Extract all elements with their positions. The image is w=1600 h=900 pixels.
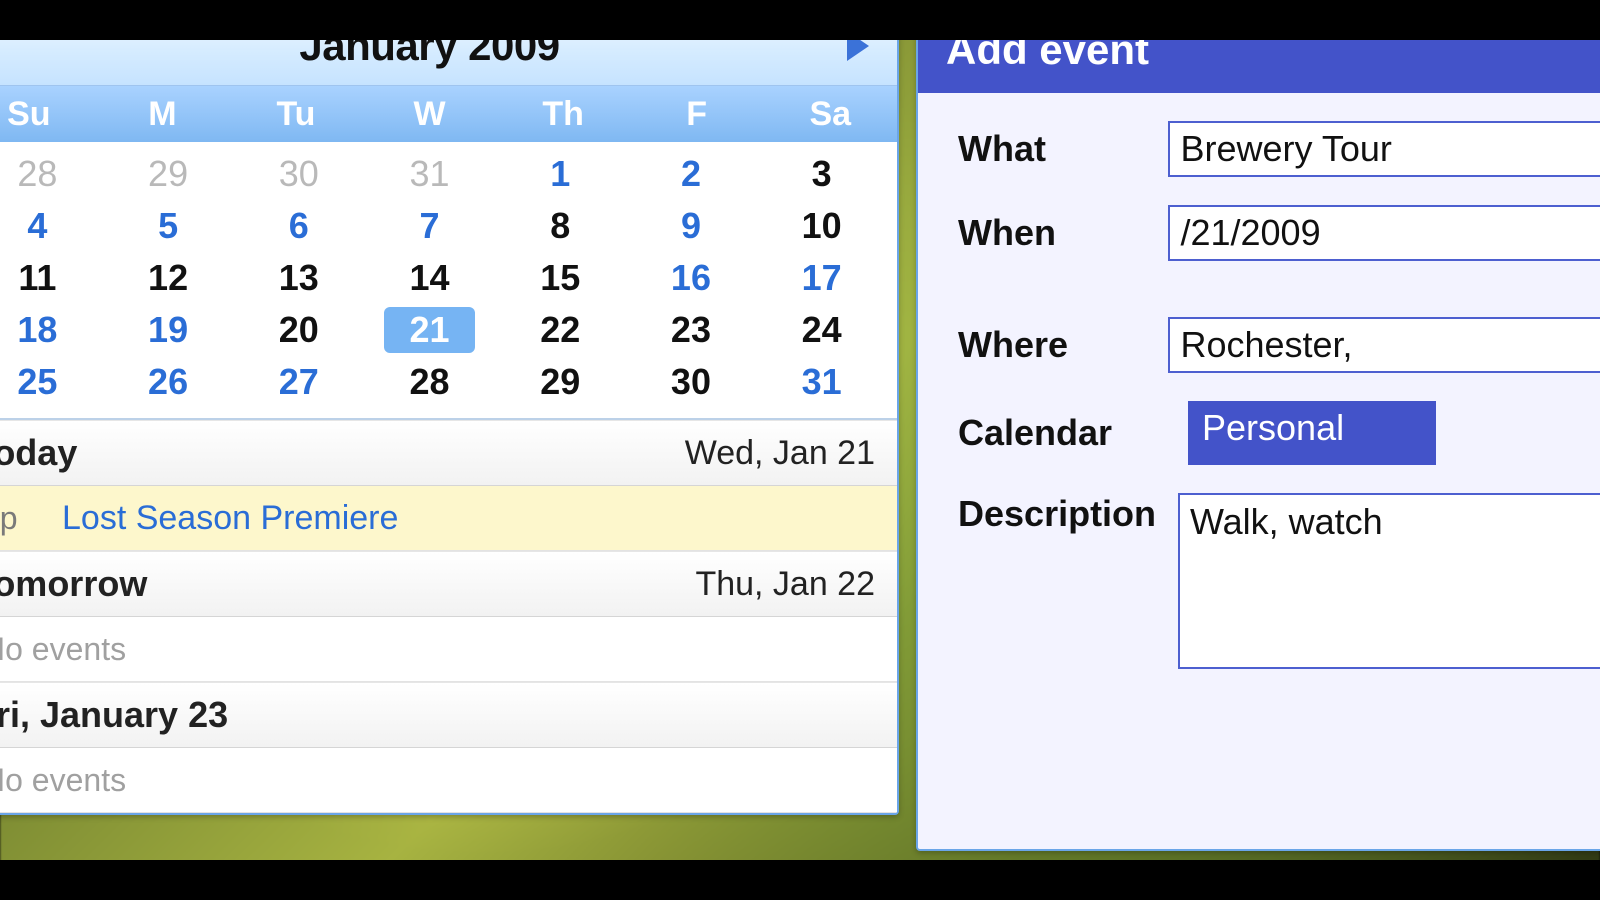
day-cell-13[interactable]: 13 [233,252,364,304]
week-row: 18192021222324 [0,304,887,356]
calendar-select[interactable]: Personal [1188,401,1436,465]
day-cell-26[interactable]: 26 [103,356,234,408]
dow-cell: F [630,86,764,142]
description-input[interactable] [1178,493,1600,669]
day-cell-2[interactable]: 2 [626,148,757,200]
agenda-event-title: Lost Season Premiere [62,499,398,538]
row-calendar: Calendar Personal [958,401,1600,465]
day-cell-22[interactable]: 22 [495,304,626,356]
agenda-list: TodayWed, Jan 218pLost Season PremiereTo… [0,418,897,813]
row-what: What [958,121,1600,177]
day-cell-1[interactable]: 1 [495,148,626,200]
week-row: 25262728293031 [0,356,887,408]
agenda-event-time: 8p [0,500,62,537]
agenda-header-label: Tomorrow [0,563,147,605]
add-event-body: What When Where Calendar Personal Descri… [918,93,1600,669]
agenda-empty-text: No events [0,762,126,799]
calendar-panel: January 2009 SuMTuWThFSa 282930311234567… [0,5,899,815]
day-cell-23[interactable]: 23 [626,304,757,356]
day-cell-30[interactable]: 30 [233,148,364,200]
dow-cell: Th [496,86,630,142]
dow-cell: Sa [763,86,897,142]
row-when: When [958,205,1600,261]
letterbox-top [0,0,1600,40]
day-cell-24[interactable]: 24 [756,304,887,356]
day-cell-10[interactable]: 10 [756,200,887,252]
row-where: Where [958,317,1600,373]
agenda-header[interactable]: Fri, January 23 [0,682,897,748]
day-cell-15[interactable]: 15 [495,252,626,304]
dow-cell: Su [0,86,96,142]
day-cell-17[interactable]: 17 [756,252,887,304]
day-cell-28[interactable]: 28 [0,148,103,200]
day-of-week-header: SuMTuWThFSa [0,86,897,142]
day-cell-16[interactable]: 16 [626,252,757,304]
day-cell-31[interactable]: 31 [364,148,495,200]
day-cell-3[interactable]: 3 [756,148,887,200]
agenda-header-label: Fri, January 23 [0,694,228,736]
label-description: Description [958,493,1178,535]
dow-cell: M [96,86,230,142]
month-grid: 2829303112345678910111213141516171819202… [0,142,897,418]
agenda-event-row[interactable]: 8pLost Season Premiere [0,486,897,551]
week-row: 28293031123 [0,148,887,200]
day-cell-29[interactable]: 29 [495,356,626,408]
day-cell-30[interactable]: 30 [626,356,757,408]
week-row: 45678910 [0,200,887,252]
day-cell-8[interactable]: 8 [495,200,626,252]
day-cell-14[interactable]: 14 [364,252,495,304]
day-cell-28[interactable]: 28 [364,356,495,408]
day-cell-11[interactable]: 11 [0,252,103,304]
day-cell-29[interactable]: 29 [103,148,234,200]
day-cell-31[interactable]: 31 [756,356,887,408]
day-cell-27[interactable]: 27 [233,356,364,408]
label-where: Where [958,324,1168,366]
label-what: What [958,128,1168,170]
where-input[interactable] [1168,317,1600,373]
day-cell-7[interactable]: 7 [364,200,495,252]
day-cell-9[interactable]: 9 [626,200,757,252]
agenda-empty-text: No events [0,631,126,668]
label-calendar: Calendar [958,412,1188,454]
dow-cell: W [363,86,497,142]
agenda-empty-row: No events [0,617,897,682]
day-cell-21[interactable]: 21 [364,304,495,356]
add-event-panel: Add event What When Where Calendar Perso… [916,5,1600,851]
letterbox-bottom [0,860,1600,900]
what-input[interactable] [1168,121,1600,177]
label-when: When [958,212,1168,254]
day-cell-19[interactable]: 19 [103,304,234,356]
day-cell-5[interactable]: 5 [103,200,234,252]
day-cell-18[interactable]: 18 [0,304,103,356]
dow-cell: Tu [229,86,363,142]
day-cell-6[interactable]: 6 [233,200,364,252]
day-cell-20[interactable]: 20 [233,304,364,356]
day-cell-25[interactable]: 25 [0,356,103,408]
agenda-header[interactable]: Today Wed, Jan 21 [0,420,897,486]
agenda-header[interactable]: Tomorrow Thu, Jan 22 [0,551,897,617]
day-cell-12[interactable]: 12 [103,252,234,304]
agenda-header-date: Wed, Jan 21 [685,434,875,473]
agenda-header-date: Thu, Jan 22 [695,565,875,604]
day-cell-4[interactable]: 4 [0,200,103,252]
week-row: 11121314151617 [0,252,887,304]
agenda-header-label: Today [0,432,77,474]
agenda-empty-row: No events [0,748,897,813]
row-description: Description [958,493,1600,669]
when-input[interactable] [1168,205,1600,261]
